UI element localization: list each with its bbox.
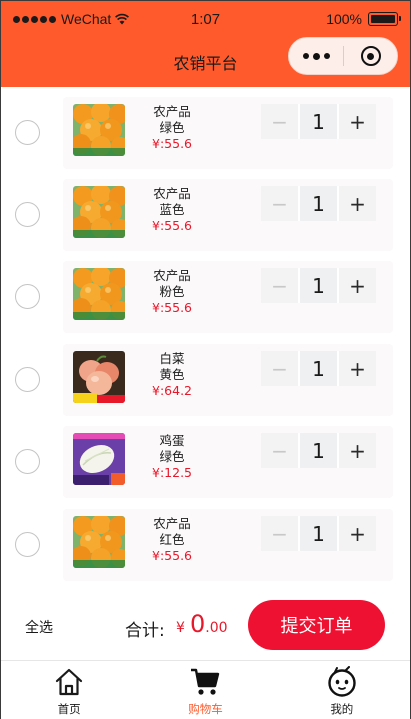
status-right: 100% — [326, 11, 401, 27]
product-variant: 绿色 — [159, 449, 185, 464]
cart-item: 农产品 红色 ¥:55.6 − 1 + — [1, 499, 410, 581]
tab-home[interactable]: 首页 — [1, 661, 137, 719]
decrease-button[interactable]: − — [261, 433, 298, 468]
quantity-stepper: − 1 + — [261, 186, 376, 221]
item-checkbox[interactable] — [15, 449, 40, 474]
product-image[interactable] — [73, 268, 125, 320]
item-checkbox[interactable] — [15, 120, 40, 145]
product-variant: 红色 — [159, 532, 185, 547]
quantity-value[interactable]: 1 — [298, 186, 339, 221]
total-integer: 0 — [190, 610, 206, 638]
quantity-value[interactable]: 1 — [298, 516, 339, 551]
total-label: 合计: — [125, 621, 165, 641]
product-price: ¥:64.2 — [152, 383, 192, 398]
more-dots-icon[interactable] — [289, 38, 343, 74]
decrease-button[interactable]: − — [261, 516, 298, 551]
item-checkbox[interactable] — [15, 367, 40, 392]
quantity-value[interactable]: 1 — [298, 268, 339, 303]
increase-button[interactable]: + — [339, 516, 376, 551]
product-name: 农产品 — [153, 516, 191, 531]
product-name: 白菜 — [159, 351, 185, 366]
total-decimal: .00 — [205, 620, 228, 636]
product-name: 农产品 — [153, 268, 191, 283]
item-card: 农产品 红色 ¥:55.6 − 1 + — [63, 509, 393, 581]
battery-percent: 100% — [326, 11, 362, 27]
miniprogram-capsule — [288, 37, 398, 75]
increase-button[interactable]: + — [339, 268, 376, 303]
submit-order-button[interactable]: 提交订单 — [248, 600, 385, 650]
tab-cart-label: 购物车 — [188, 702, 223, 716]
product-variant: 绿色 — [159, 120, 185, 135]
item-card: 农产品 粉色 ¥:55.6 − 1 + — [63, 261, 393, 333]
item-card: 农产品 绿色 ¥:55.6 − 1 + — [63, 97, 393, 169]
product-info: 农产品 红色 ¥:55.6 — [139, 516, 205, 564]
product-variant: 黄色 — [159, 367, 185, 382]
item-checkbox[interactable] — [15, 202, 40, 227]
item-card: 农产品 蓝色 ¥:55.6 − 1 + — [63, 179, 393, 251]
checkout-bar: 全选 合计: ¥ 0.00 提交订单 — [1, 598, 410, 660]
product-name: 农产品 — [153, 186, 191, 201]
product-image[interactable] — [73, 433, 125, 485]
product-image[interactable] — [73, 351, 125, 403]
total-currency: ¥ — [176, 620, 185, 636]
cart-item: 鸡蛋 绿色 ¥:12.5 − 1 + — [1, 416, 410, 498]
top-header: WeChat 1:07 100% 农销平台 — [1, 1, 410, 87]
quantity-value[interactable]: 1 — [298, 104, 339, 139]
cart-item: 农产品 绿色 ¥:55.6 − 1 + — [1, 87, 410, 169]
quantity-stepper: − 1 + — [261, 268, 376, 303]
decrease-button[interactable]: − — [261, 186, 298, 221]
increase-button[interactable]: + — [339, 104, 376, 139]
decrease-button[interactable]: − — [261, 104, 298, 139]
product-image[interactable] — [73, 516, 125, 568]
profile-face-icon — [326, 666, 358, 698]
item-card: 鸡蛋 绿色 ¥:12.5 − 1 + — [63, 426, 393, 498]
cart-icon — [189, 666, 221, 698]
cart-item: 农产品 粉色 ¥:55.6 − 1 + — [1, 251, 410, 333]
product-info: 白菜 黄色 ¥:64.2 — [139, 351, 205, 399]
battery-icon — [368, 12, 401, 26]
increase-button[interactable]: + — [339, 186, 376, 221]
item-checkbox[interactable] — [15, 532, 40, 557]
target-close-icon[interactable] — [344, 38, 397, 74]
home-icon — [53, 666, 85, 698]
cart-item: 白菜 黄色 ¥:64.2 − 1 + — [1, 334, 410, 416]
product-price: ¥:55.6 — [152, 548, 192, 563]
decrease-button[interactable]: − — [261, 351, 298, 386]
tab-home-label: 首页 — [57, 702, 81, 716]
product-variant: 蓝色 — [159, 202, 185, 217]
increase-button[interactable]: + — [339, 433, 376, 468]
cart-item: 农产品 蓝色 ¥:55.6 − 1 + — [1, 169, 410, 251]
select-all-button[interactable]: 全选 — [25, 617, 53, 637]
product-info: 农产品 绿色 ¥:55.6 — [139, 104, 205, 152]
product-price: ¥:55.6 — [152, 218, 192, 233]
product-variant: 粉色 — [159, 284, 185, 299]
quantity-stepper: − 1 + — [261, 104, 376, 139]
tab-profile-label: 我的 — [330, 702, 354, 716]
product-price: ¥:55.6 — [152, 136, 192, 151]
tab-bar: 首页 购物车 我的 — [1, 660, 410, 719]
product-name: 农产品 — [153, 104, 191, 119]
quantity-value[interactable]: 1 — [298, 351, 339, 386]
quantity-stepper: − 1 + — [261, 351, 376, 386]
quantity-stepper: − 1 + — [261, 433, 376, 468]
item-card: 白菜 黄色 ¥:64.2 − 1 + — [63, 344, 393, 416]
product-info: 鸡蛋 绿色 ¥:12.5 — [139, 433, 205, 481]
quantity-stepper: − 1 + — [261, 516, 376, 551]
increase-button[interactable]: + — [339, 351, 376, 386]
product-image[interactable] — [73, 186, 125, 238]
product-name: 鸡蛋 — [159, 433, 185, 448]
quantity-value[interactable]: 1 — [298, 433, 339, 468]
item-checkbox[interactable] — [15, 284, 40, 309]
decrease-button[interactable]: − — [261, 268, 298, 303]
product-price: ¥:55.6 — [152, 300, 192, 315]
product-info: 农产品 粉色 ¥:55.6 — [139, 268, 205, 316]
tab-cart[interactable]: 购物车 — [137, 661, 273, 719]
product-image[interactable] — [73, 104, 125, 156]
product-price: ¥:12.5 — [152, 465, 192, 480]
tab-profile[interactable]: 我的 — [274, 661, 410, 719]
product-info: 农产品 蓝色 ¥:55.6 — [139, 186, 205, 234]
status-bar: WeChat 1:07 100% — [1, 1, 410, 39]
total-amount: ¥ 0.00 — [176, 610, 228, 638]
